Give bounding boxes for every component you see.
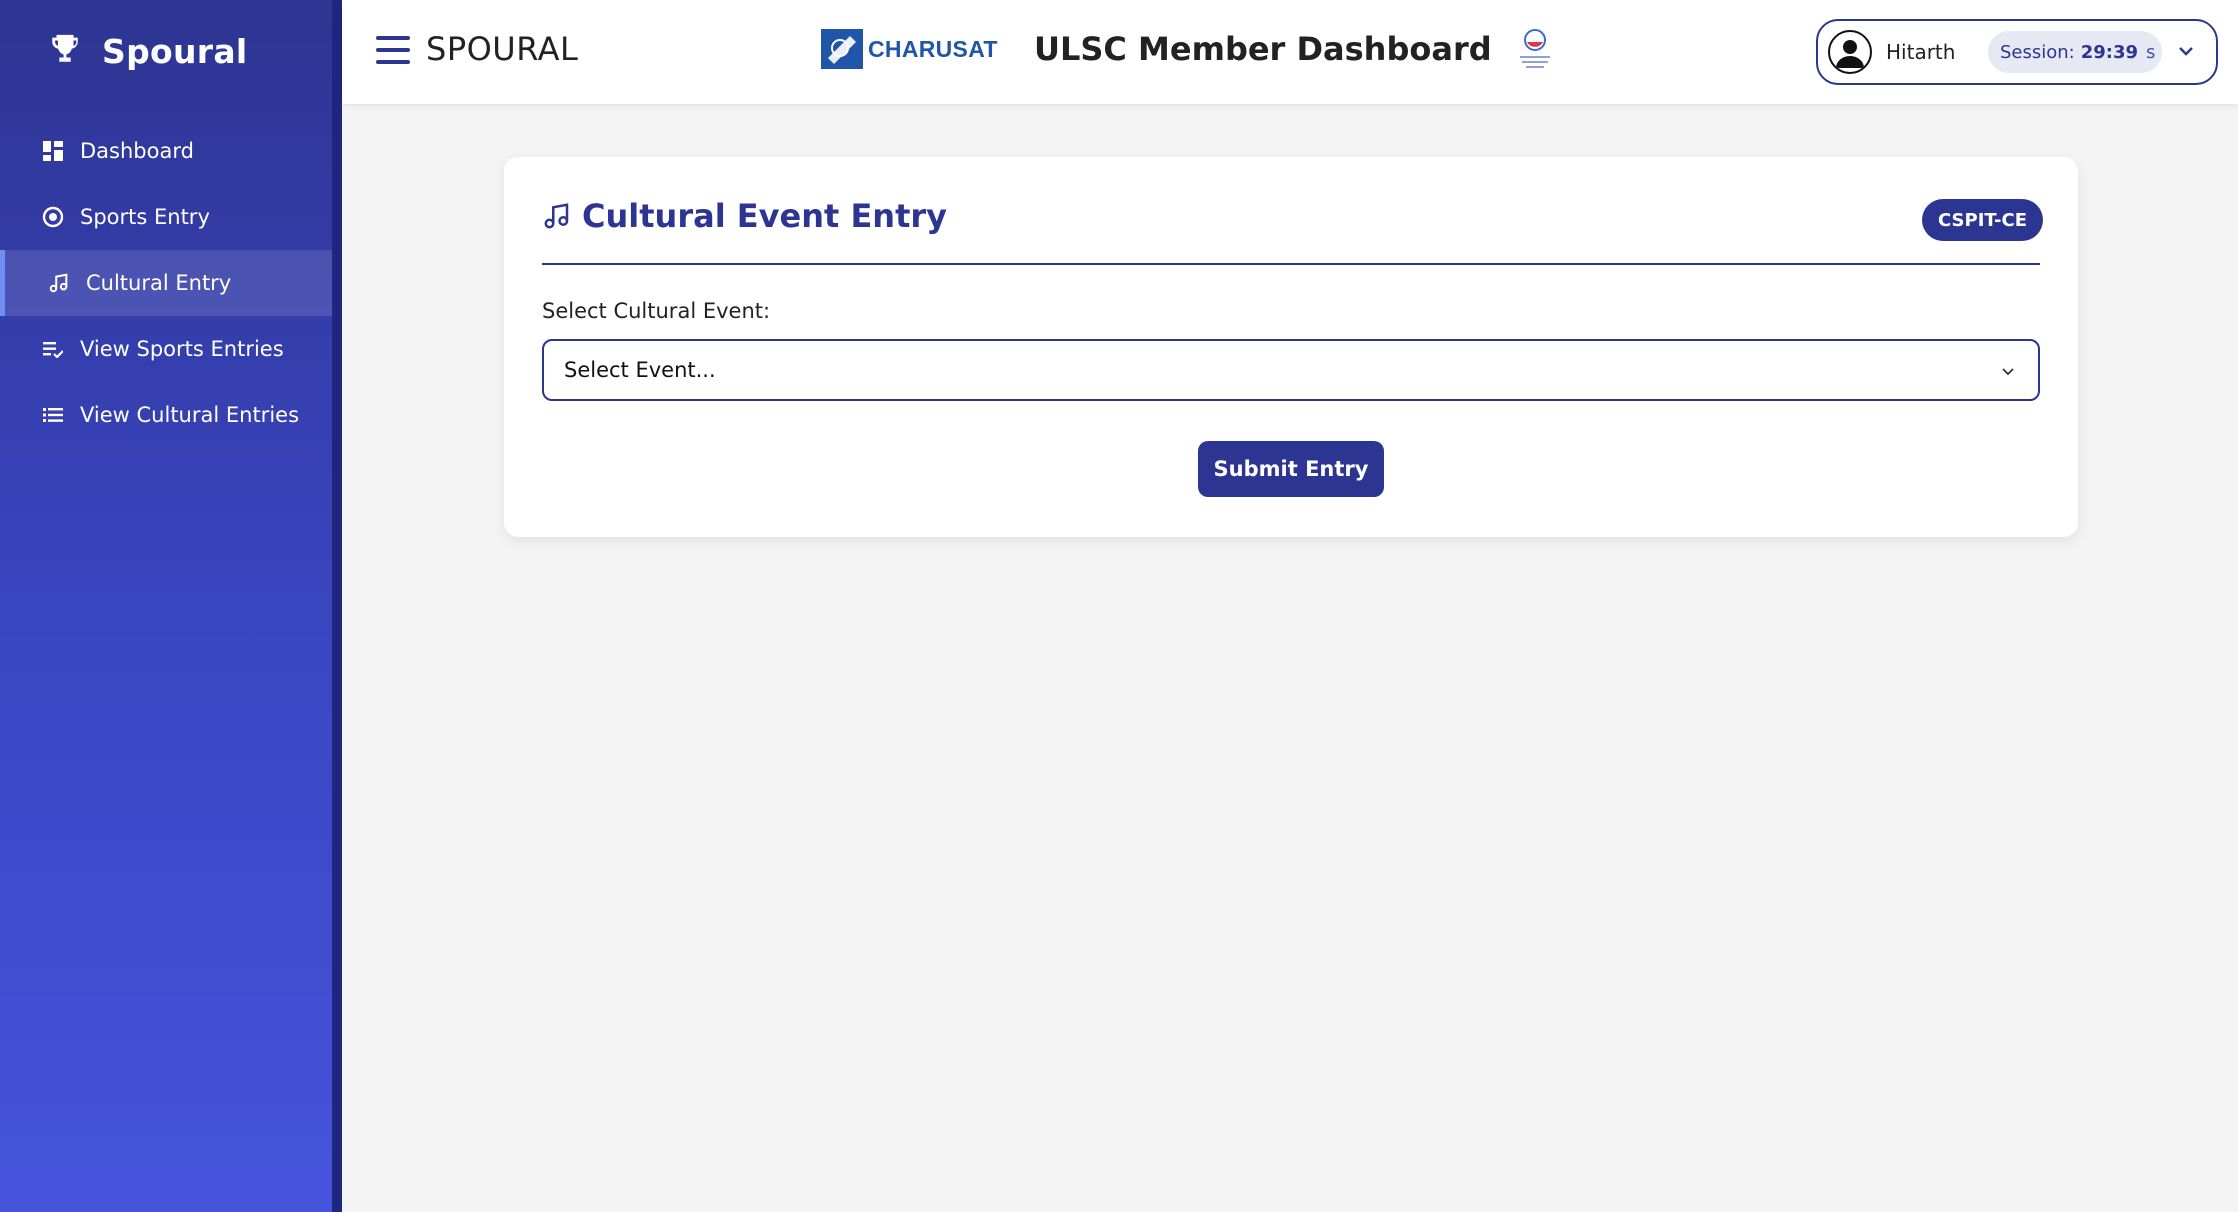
sidebar-item-cultural-entry[interactable]: Cultural Entry bbox=[0, 250, 332, 316]
session-label: Session: bbox=[2000, 41, 2075, 63]
sidebar-item-label: View Sports Entries bbox=[80, 337, 284, 361]
session-unit: s bbox=[2146, 41, 2156, 63]
sidebar-edge bbox=[332, 0, 342, 1212]
charusat-emblem-icon bbox=[821, 29, 863, 69]
page-title: Cultural Event Entry bbox=[582, 197, 948, 235]
sidebar-item-dashboard[interactable]: Dashboard bbox=[0, 118, 332, 184]
user-menu[interactable]: Hitarth Session: 29:39 s bbox=[1816, 19, 2218, 85]
music-icon bbox=[48, 272, 70, 294]
sidebar-item-view-sports-entries[interactable]: View Sports Entries bbox=[0, 316, 332, 382]
music-icon bbox=[544, 203, 569, 229]
brand[interactable]: Spoural bbox=[48, 28, 248, 74]
session-timer: Session: 29:39 s bbox=[1988, 31, 2162, 73]
submit-entry-button[interactable]: Submit Entry bbox=[1198, 441, 1384, 497]
sidebar-item-sports-entry[interactable]: Sports Entry bbox=[0, 184, 332, 250]
session-time: 29:39 bbox=[2080, 41, 2139, 63]
sidebar-nav: Dashboard Sports Entry Cultural Entry Vi… bbox=[0, 118, 332, 448]
avatar bbox=[1828, 30, 1872, 74]
trophy-icon bbox=[48, 32, 82, 70]
card-header: Cultural Event Entry bbox=[542, 197, 947, 235]
department-badge: CSPIT-CE bbox=[1922, 199, 2044, 241]
divider bbox=[542, 263, 2040, 265]
sidebar-item-label: Dashboard bbox=[80, 139, 194, 163]
chevron-down-icon bbox=[2002, 368, 2014, 376]
hamburger-menu-icon[interactable] bbox=[376, 36, 410, 64]
dashboard-title: ULSC Member Dashboard bbox=[1034, 30, 1492, 68]
ulsc-logo-icon bbox=[1520, 29, 1550, 68]
cultural-entry-card: Cultural Event Entry CSPIT-CE Select Cul… bbox=[504, 157, 2078, 537]
sidebar-item-view-cultural-entries[interactable]: View Cultural Entries bbox=[0, 382, 332, 448]
event-select-value: Select Event... bbox=[564, 358, 716, 382]
sports-icon bbox=[42, 206, 64, 228]
event-select[interactable]: Select Event... bbox=[542, 339, 2040, 401]
top-header: SPOURAL CHARUSAT ULSC Member Dashboard H… bbox=[342, 0, 2238, 104]
sidebar-item-label: Cultural Entry bbox=[86, 271, 232, 295]
chevron-down-icon[interactable] bbox=[2176, 41, 2196, 61]
user-name: Hitarth bbox=[1886, 40, 1956, 64]
charusat-wordmark: CHARUSAT bbox=[868, 35, 998, 62]
dashboard-icon bbox=[42, 140, 64, 162]
charusat-logo: CHARUSAT bbox=[820, 28, 998, 70]
event-select-label: Select Cultural Event: bbox=[542, 299, 771, 323]
sidebar-item-label: Sports Entry bbox=[80, 205, 210, 229]
playlist-icon bbox=[42, 338, 64, 360]
sidebar: Spoural Dashboard Sports Entry Cultural … bbox=[0, 0, 332, 1212]
header-title: SPOURAL bbox=[426, 30, 579, 68]
list-icon bbox=[42, 404, 64, 426]
sidebar-item-label: View Cultural Entries bbox=[80, 403, 300, 427]
brand-name: Spoural bbox=[102, 31, 248, 71]
